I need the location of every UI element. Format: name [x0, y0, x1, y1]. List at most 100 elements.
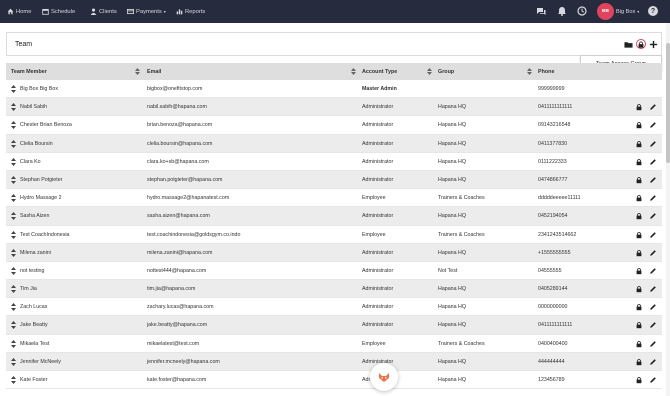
edit-icon[interactable]: [649, 194, 657, 202]
drag-handle-icon[interactable]: [11, 303, 16, 312]
edit-icon[interactable]: [649, 176, 657, 184]
table-row[interactable]: Jennifer McNeely jennifer.mcneely@hapana.…: [6, 352, 662, 371]
profile-menu[interactable]: Big Box ▾: [616, 0, 639, 23]
drag-handle-icon[interactable]: [11, 175, 16, 184]
table-row[interactable]: not testing nottest444@hapana.com Administ…: [6, 262, 662, 281]
team-access-group-button[interactable]: [636, 39, 646, 49]
table-row[interactable]: Tim Jia tim.jia@hapana.com Administrator Ha…: [6, 280, 662, 299]
lock-icon[interactable]: [635, 158, 643, 166]
table-row[interactable]: Zach Lucas zachary.lucas@hapana.com Admini…: [6, 298, 662, 317]
sort-icon[interactable]: [527, 68, 532, 75]
edit-icon[interactable]: [649, 340, 657, 348]
bell-icon[interactable]: [557, 6, 567, 16]
drag-handle-icon[interactable]: [11, 139, 16, 148]
drag-handle-icon[interactable]: [11, 248, 16, 257]
account-type: Employee: [362, 195, 386, 202]
member-email: sasha.aizen@hapana.com: [147, 213, 210, 220]
help-icon[interactable]: ?: [648, 6, 658, 16]
lock-icon[interactable]: [635, 321, 643, 329]
nav-clients[interactable]: Clients: [90, 0, 117, 23]
drag-handle-icon[interactable]: [11, 266, 16, 275]
col-team-member[interactable]: Team Member: [11, 63, 47, 80]
drag-handle-icon[interactable]: [11, 212, 16, 221]
lock-icon[interactable]: [635, 231, 643, 239]
table-row[interactable]: Mikaela Test mikaelatest@test.com Employee…: [6, 335, 662, 353]
scrollbar[interactable]: [666, 23, 670, 396]
edit-icon[interactable]: [649, 103, 657, 111]
edit-icon[interactable]: [649, 285, 657, 293]
drag-handle-icon[interactable]: [11, 230, 16, 239]
nav-payments[interactable]: Payments ▾: [127, 0, 166, 23]
member-phone: 04555555: [538, 267, 562, 274]
lock-icon[interactable]: [635, 140, 643, 148]
drag-handle-icon[interactable]: [11, 339, 16, 348]
drag-handle-icon[interactable]: [11, 121, 16, 130]
lock-icon[interactable]: [635, 212, 643, 220]
edit-icon[interactable]: [649, 303, 657, 311]
account-type: Administrator: [362, 122, 394, 129]
lock-icon: [638, 41, 644, 48]
lock-icon[interactable]: [635, 376, 643, 384]
lock-icon[interactable]: [635, 358, 643, 366]
table-row[interactable]: Test CoachIndonesia test.coachindonesia@g…: [6, 226, 662, 244]
drag-handle-icon[interactable]: [11, 103, 16, 112]
member-name: Mikaela Test: [20, 340, 50, 347]
edit-icon[interactable]: [649, 140, 657, 148]
edit-icon[interactable]: [649, 121, 657, 129]
table-row[interactable]: Clara Ko clara.ko+sb@hapana.com Administra…: [6, 153, 662, 171]
col-phone[interactable]: Phone: [538, 63, 554, 80]
edit-icon[interactable]: [649, 212, 657, 220]
nav-schedule[interactable]: Schedule: [42, 0, 75, 23]
sort-icon[interactable]: [351, 68, 356, 75]
edit-icon[interactable]: [649, 267, 657, 275]
table-row[interactable]: Big Box Big Box bigbox@onefitstop.com Mast…: [6, 80, 662, 99]
folder-icon: [623, 41, 633, 48]
lock-icon[interactable]: [635, 303, 643, 311]
chat-icon[interactable]: [536, 6, 546, 16]
col-email[interactable]: Email: [147, 63, 161, 80]
lock-icon[interactable]: [635, 340, 643, 348]
lock-icon[interactable]: [635, 267, 643, 275]
drag-handle-icon[interactable]: [11, 85, 16, 93]
lock-icon[interactable]: [635, 285, 643, 293]
sort-icon[interactable]: [427, 68, 432, 75]
nav-reports[interactable]: Reports: [176, 0, 205, 23]
nav-home[interactable]: Home: [7, 0, 31, 23]
clock-icon[interactable]: [577, 6, 587, 16]
drag-handle-icon[interactable]: [11, 376, 16, 384]
table-row[interactable]: Kate Fosterkate.foster@hapana.comAdminis…: [6, 371, 662, 390]
lock-icon[interactable]: [635, 121, 643, 129]
edit-icon[interactable]: [649, 376, 657, 384]
table-row[interactable]: Nabil Sabih nabil.sabih@hapana.com Adminis…: [6, 98, 662, 117]
scroll-thumb[interactable]: [666, 43, 670, 163]
edit-icon[interactable]: [649, 321, 657, 329]
lock-icon[interactable]: [635, 103, 643, 111]
table-row[interactable]: Jake Beatty jake.beatty@hapana.com Adminis…: [6, 316, 662, 335]
table-row[interactable]: Stephan Potgieter stephan.potgieter@hapan…: [6, 170, 662, 190]
edit-icon[interactable]: [649, 358, 657, 366]
table-row[interactable]: Hydro Massage 2 hydro.massage2@hapanatest…: [6, 189, 662, 208]
col-account-type[interactable]: Account Type: [362, 63, 397, 80]
edit-icon[interactable]: [649, 231, 657, 239]
edit-icon[interactable]: [649, 249, 657, 257]
app-launcher-button[interactable]: [370, 363, 398, 391]
folder-button[interactable]: [623, 39, 633, 49]
add-team-member-button[interactable]: [648, 39, 658, 49]
table-row[interactable]: Sasha Aizen sasha.aizen@hapana.com Adminis…: [6, 207, 662, 226]
lock-icon[interactable]: [635, 194, 643, 202]
col-group[interactable]: Group: [438, 63, 454, 80]
drag-handle-icon[interactable]: [11, 285, 16, 294]
edit-icon[interactable]: [649, 158, 657, 166]
table-row[interactable]: Milena zanini milena.zanini@hapana.com Adm…: [6, 243, 662, 262]
table-row[interactable]: Chester Brian Benoza brian.benoza@hapana.…: [6, 116, 662, 135]
sort-icon[interactable]: [135, 68, 140, 75]
lock-icon[interactable]: [635, 249, 643, 257]
drag-handle-icon[interactable]: [11, 321, 16, 330]
drag-handle-icon[interactable]: [11, 357, 16, 366]
table-row[interactable]: Clelia Boursin clelia.boursin@hapana.com A…: [6, 134, 662, 153]
drag-handle-icon[interactable]: [11, 157, 16, 166]
drag-handle-icon[interactable]: [11, 194, 16, 203]
avatar[interactable]: BB: [597, 3, 614, 20]
lock-icon[interactable]: [635, 176, 643, 184]
member-group: Hapana HQ: [438, 286, 466, 293]
